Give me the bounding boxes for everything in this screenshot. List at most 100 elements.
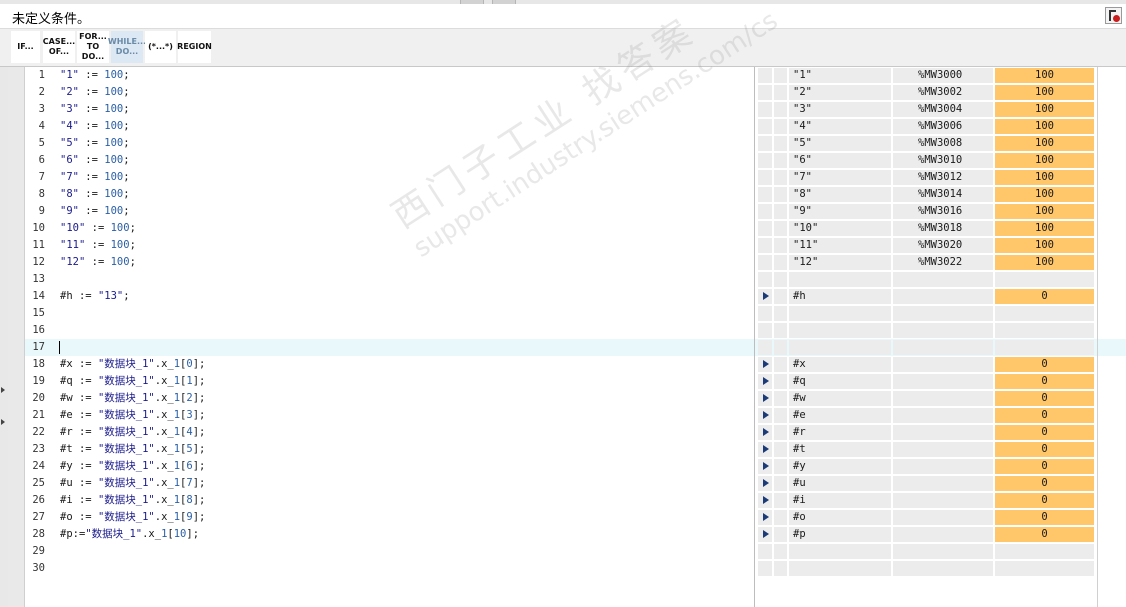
code-text: "8" := 100;	[60, 188, 130, 200]
code-line[interactable]: 15	[25, 305, 754, 322]
code-line[interactable]: 16	[25, 322, 754, 339]
code-line[interactable]: 1 "1" := 100;	[25, 67, 754, 84]
code-line[interactable]: 27 #o := "数据块_1".x_1[9];	[25, 509, 754, 526]
expand-triangle-icon[interactable]	[763, 377, 769, 385]
line-number: 12	[32, 256, 45, 268]
monitor-spacer-cell	[774, 323, 787, 338]
code-line[interactable]: 23 #t := "数据块_1".x_1[5];	[25, 441, 754, 458]
expand-triangle-icon[interactable]	[763, 530, 769, 538]
monitor-spacer-cell	[774, 136, 787, 151]
line-number: 7	[38, 171, 45, 183]
expand-triangle-icon[interactable]	[763, 394, 769, 402]
expand-triangle-icon[interactable]	[763, 496, 769, 504]
code-line[interactable]: 11 "11" := 100;	[25, 237, 754, 254]
code-line[interactable]: 9 "9" := 100;	[25, 203, 754, 220]
code-line[interactable]: 29	[25, 543, 754, 560]
expand-triangle-icon[interactable]	[763, 292, 769, 300]
monitor-expand-cell[interactable]	[758, 408, 772, 423]
code-line[interactable]: 13	[25, 271, 754, 288]
if-button[interactable]: IF...	[11, 31, 40, 63]
monitor-value-cell: 100	[995, 170, 1094, 185]
monitor-spacer-cell	[774, 119, 787, 134]
expand-arrow-icon[interactable]	[1, 387, 5, 393]
expand-triangle-icon[interactable]	[763, 445, 769, 453]
expand-triangle-icon[interactable]	[763, 479, 769, 487]
monitor-operand-cell: "4"	[789, 119, 891, 134]
code-line[interactable]: 12 "12" := 100;	[25, 254, 754, 271]
code-line[interactable]: 8 "8" := 100;	[25, 186, 754, 203]
monitor-expand-cell[interactable]	[758, 527, 772, 542]
expand-triangle-icon[interactable]	[763, 411, 769, 419]
region-button[interactable]: REGION	[177, 31, 212, 63]
expand-triangle-icon[interactable]	[763, 513, 769, 521]
monitor-expand-cell	[758, 153, 772, 168]
monitor-expand-cell[interactable]	[758, 425, 772, 440]
code-line[interactable]: 19 #q := "数据块_1".x_1[1];	[25, 373, 754, 390]
code-line[interactable]: 7 "7" := 100;	[25, 169, 754, 186]
monitor-expand-cell[interactable]	[758, 289, 772, 304]
code-line[interactable]: 20 #w := "数据块_1".x_1[2];	[25, 390, 754, 407]
line-number: 11	[32, 239, 45, 251]
while-do-button[interactable]: WHILE... DO...	[108, 31, 146, 63]
code-line[interactable]: 10 "10" := 100;	[25, 220, 754, 237]
monitor-row: "12" %MW3022 100	[755, 254, 1126, 271]
code-line[interactable]: 5 "5" := 100;	[25, 135, 754, 152]
monitor-expand-cell	[758, 85, 772, 100]
code-line[interactable]: 24 #y := "数据块_1".x_1[6];	[25, 458, 754, 475]
code-line[interactable]: 28 #p:="数据块_1".x_1[10];	[25, 526, 754, 543]
code-line[interactable]: 30	[25, 560, 754, 577]
scl-code-editor[interactable]: 1 "1" := 100; 2 "2" := 100; 3 "3" := 100; 4 "4"…	[25, 67, 754, 607]
code-line[interactable]: 25 #u := "数据块_1".x_1[7];	[25, 475, 754, 492]
monitor-value-cell: 100	[995, 187, 1094, 202]
monitor-address-cell	[893, 425, 993, 440]
code-text: #x := "数据块_1".x_1[0];	[60, 358, 206, 370]
monitor-row: #p 0	[755, 526, 1126, 543]
code-line[interactable]: 21 #e := "数据块_1".x_1[3];	[25, 407, 754, 424]
monitor-spacer-cell	[774, 187, 787, 202]
for-to-do-button[interactable]: FOR... TO DO...	[77, 31, 109, 63]
code-line[interactable]: 22 #r := "数据块_1".x_1[4];	[25, 424, 754, 441]
monitor-operand-cell: "7"	[789, 170, 891, 185]
expand-arrow-icon[interactable]	[1, 419, 5, 425]
monitor-spacer-cell	[774, 476, 787, 491]
monitor-expand-cell[interactable]	[758, 357, 772, 372]
code-line[interactable]: 2 "2" := 100;	[25, 84, 754, 101]
monitor-expand-cell[interactable]	[758, 493, 772, 508]
code-line[interactable]: 26 #i := "数据块_1".x_1[8];	[25, 492, 754, 509]
line-number: 29	[32, 545, 45, 557]
monitor-operand-cell: #e	[789, 408, 891, 423]
code-text: #u := "数据块_1".x_1[7];	[60, 477, 206, 489]
monitor-expand-cell[interactable]	[758, 391, 772, 406]
monitoring-toggle-icon[interactable]	[1105, 7, 1122, 24]
monitor-expand-cell[interactable]	[758, 459, 772, 474]
monitor-operand-cell: "6"	[789, 153, 891, 168]
code-line[interactable]: 18 #x := "数据块_1".x_1[0];	[25, 356, 754, 373]
line-number: 26	[32, 494, 45, 506]
code-line[interactable]: 6 "6" := 100;	[25, 152, 754, 169]
monitor-expand-cell	[758, 238, 772, 253]
line-number: 2	[38, 86, 45, 98]
code-line[interactable]: 3 "3" := 100;	[25, 101, 754, 118]
monitor-operand-cell	[789, 340, 891, 355]
operand-name: #y	[793, 460, 806, 472]
monitor-row: "11" %MW3020 100	[755, 237, 1126, 254]
breakpoint-gutter[interactable]	[8, 67, 25, 607]
operand-name: #x	[793, 358, 806, 370]
comment-button[interactable]: (*...*)	[145, 31, 176, 63]
monitor-expand-cell	[758, 119, 772, 134]
expand-triangle-icon[interactable]	[763, 428, 769, 436]
monitor-expand-cell[interactable]	[758, 442, 772, 457]
case-of-button[interactable]: CASE... OF...	[43, 31, 75, 63]
operand-name: "12"	[793, 256, 819, 268]
monitor-expand-cell[interactable]	[758, 510, 772, 525]
expand-triangle-icon[interactable]	[763, 462, 769, 470]
monitor-expand-cell[interactable]	[758, 476, 772, 491]
monitor-expand-cell[interactable]	[758, 374, 772, 389]
code-line[interactable]: 17	[25, 339, 754, 356]
code-line[interactable]: 14 #h := "13";	[25, 288, 754, 305]
code-line[interactable]: 4 "4" := 100;	[25, 118, 754, 135]
line-number: 20	[32, 392, 45, 404]
monitor-value-cell: 100	[995, 85, 1094, 100]
monitor-spacer-cell	[774, 425, 787, 440]
expand-triangle-icon[interactable]	[763, 360, 769, 368]
